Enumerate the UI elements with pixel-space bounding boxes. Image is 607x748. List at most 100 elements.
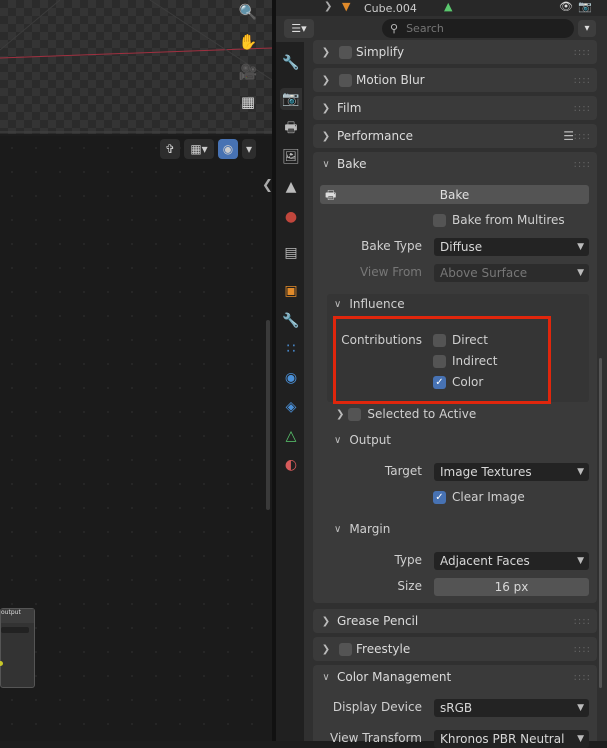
margin-size-value: 16 px	[494, 580, 529, 594]
margin-size-field[interactable]: 16 px	[434, 578, 589, 596]
node-editor-scrollbar[interactable]	[266, 320, 270, 510]
drag-handle-icon[interactable]: ::::	[574, 159, 591, 170]
tool-tab-icon[interactable]: 🔧	[280, 52, 302, 74]
drag-handle-icon[interactable]: ::::	[574, 47, 591, 58]
view-from-dropdown[interactable]: Above Surface ▼	[434, 264, 589, 282]
panel-title: Simplify	[356, 45, 405, 59]
view-from-label: View From	[359, 265, 422, 279]
material-tab-icon[interactable]: ◐	[280, 454, 302, 476]
options-dropdown-icon[interactable]: ▾	[578, 20, 596, 37]
panel-freestyle[interactable]: ❯ Freestyle ::::	[313, 637, 597, 661]
chevron-down-icon: ∨	[334, 298, 342, 310]
motion-blur-checkbox[interactable]	[339, 73, 352, 87]
scene-tab-icon[interactable]: ▲	[280, 176, 302, 198]
freestyle-checkbox[interactable]	[339, 642, 352, 656]
chevron-right-icon: ❯	[321, 130, 331, 142]
world-tab-icon[interactable]: ●	[280, 206, 302, 228]
bake-from-multires-toggle[interactable]: Bake from Multires	[433, 213, 565, 227]
view-layer-tab-icon[interactable]: 🖼	[280, 146, 302, 168]
view-from-value: Above Surface	[440, 266, 528, 280]
display-device-value: sRGB	[440, 701, 473, 715]
target-dropdown[interactable]: Image Textures ▼	[434, 463, 589, 481]
node-socket-icon[interactable]	[0, 661, 3, 666]
influence-header[interactable]: ∨ Influence	[334, 297, 405, 311]
chevron-down-icon: ∨	[334, 523, 342, 535]
viewport-grid-lines	[0, 0, 272, 133]
bake-button[interactable]: 🖶 Bake	[320, 185, 589, 204]
simplify-checkbox[interactable]	[339, 45, 352, 59]
node-editor-header-tools: ✞ ▦▾ ◉ ▾	[160, 138, 268, 160]
particles-tab-icon[interactable]: ∷	[280, 338, 302, 360]
drag-handle-icon[interactable]: ::::	[574, 644, 591, 655]
modifier-tab-icon[interactable]: 🔧	[280, 310, 302, 332]
panel-title: Bake	[337, 157, 367, 171]
panel-performance[interactable]: ❯ Performance ☰ ::::	[313, 124, 597, 148]
display-device-dropdown[interactable]: sRGB ▼	[434, 699, 589, 717]
bake-from-multires-checkbox[interactable]	[433, 213, 446, 227]
color-management-header[interactable]: ∨ Color Management ::::	[313, 665, 597, 689]
output-header[interactable]: ∨ Output	[334, 433, 391, 447]
collection-tab-icon[interactable]: ▤	[280, 242, 302, 264]
editor-type-dropdown[interactable]: ☰▾	[284, 19, 314, 38]
drag-handle-icon[interactable]: ::::	[574, 616, 591, 627]
camera-view-icon[interactable]: 🎥	[236, 60, 260, 84]
search-input[interactable]	[404, 21, 559, 36]
render-camera-icon[interactable]: 📷	[578, 0, 592, 13]
visibility-eye-icon[interactable]: 👁	[559, 0, 573, 13]
snap-icon[interactable]: ✞	[160, 139, 180, 159]
panel-title: Motion Blur	[356, 73, 425, 87]
chevron-down-icon: ▼	[577, 268, 584, 278]
node-editor[interactable]	[0, 136, 272, 741]
render-tab-icon[interactable]: 📷	[280, 88, 302, 110]
bake-type-value: Diffuse	[440, 240, 483, 254]
bake-from-multires-label: Bake from Multires	[452, 213, 565, 227]
panel-motion-blur[interactable]: ❯ Motion Blur ::::	[313, 68, 597, 92]
snap-grid-dropdown[interactable]: ▦▾	[184, 139, 214, 159]
node-title: output	[1, 609, 34, 623]
data-tab-icon[interactable]: △	[280, 425, 302, 447]
chevron-right-icon: ❯	[336, 408, 345, 420]
outliner-strip: ❯ ▼ ▲ 👁 📷	[276, 0, 607, 16]
clear-image-toggle[interactable]: ✓ Clear Image	[433, 490, 525, 504]
chevron-down-icon: ▼	[577, 703, 584, 713]
constraints-tab-icon[interactable]: ◈	[280, 396, 302, 418]
output-tab-icon[interactable]: 🖶	[280, 118, 302, 140]
hand-pan-icon[interactable]: ✋	[236, 30, 260, 54]
drag-handle-icon[interactable]: ::::	[574, 672, 591, 683]
panel-simplify[interactable]: ❯ Simplify ::::	[313, 40, 597, 64]
zoom-icon[interactable]: 🔍	[236, 0, 260, 24]
clear-image-label: Clear Image	[452, 490, 525, 504]
outliner-object-name[interactable]: Cube.004	[364, 2, 417, 15]
viewport-3d[interactable]	[0, 0, 272, 134]
target-label: Target	[384, 464, 422, 478]
overlay-toggle-icon[interactable]: ◉	[218, 139, 238, 159]
panel-film[interactable]: ❯ Film ::::	[313, 96, 597, 120]
view-transform-dropdown[interactable]: Khronos PBR Neutral ▼	[434, 730, 589, 748]
overlay-dropdown-icon[interactable]: ▾	[242, 139, 256, 159]
margin-header[interactable]: ∨ Margin	[334, 522, 390, 536]
physics-tab-icon[interactable]: ◉	[280, 367, 302, 389]
panel-title: Grease Pencil	[337, 614, 419, 628]
chevron-down-icon: ∨	[334, 434, 342, 446]
node-dropdown[interactable]	[1, 627, 29, 633]
expand-chevron-icon[interactable]: ❯	[324, 1, 332, 12]
drag-handle-icon[interactable]: ::::	[574, 103, 591, 114]
display-device-label: Display Device	[332, 700, 422, 714]
panel-title: Performance	[337, 129, 414, 143]
grid-perspective-icon[interactable]: ▦	[236, 90, 260, 114]
selected-to-active-checkbox[interactable]	[348, 407, 362, 421]
properties-scrollbar[interactable]	[599, 358, 602, 688]
panel-grease-pencil[interactable]: ❯ Grease Pencil ::::	[313, 609, 597, 633]
margin-type-dropdown[interactable]: Adjacent Faces ▼	[434, 552, 589, 570]
drag-handle-icon[interactable]: ::::	[574, 75, 591, 86]
bake-type-dropdown[interactable]: Diffuse ▼	[434, 238, 589, 256]
margin-type-label: Type	[394, 553, 422, 567]
selected-to-active-header[interactable]: ❯ Selected to Active	[336, 407, 476, 421]
search-box[interactable]: ⚲	[382, 19, 574, 38]
drag-handle-icon[interactable]: ::::	[574, 131, 591, 142]
mesh-data-icon: ▲	[444, 0, 453, 13]
material-output-node[interactable]: output	[0, 608, 35, 688]
clear-image-checkbox-check-icon[interactable]: ✓	[433, 490, 446, 504]
bake-panel-header[interactable]: ∨ Bake ::::	[313, 152, 597, 176]
object-tab-icon[interactable]: ▣	[280, 280, 302, 302]
